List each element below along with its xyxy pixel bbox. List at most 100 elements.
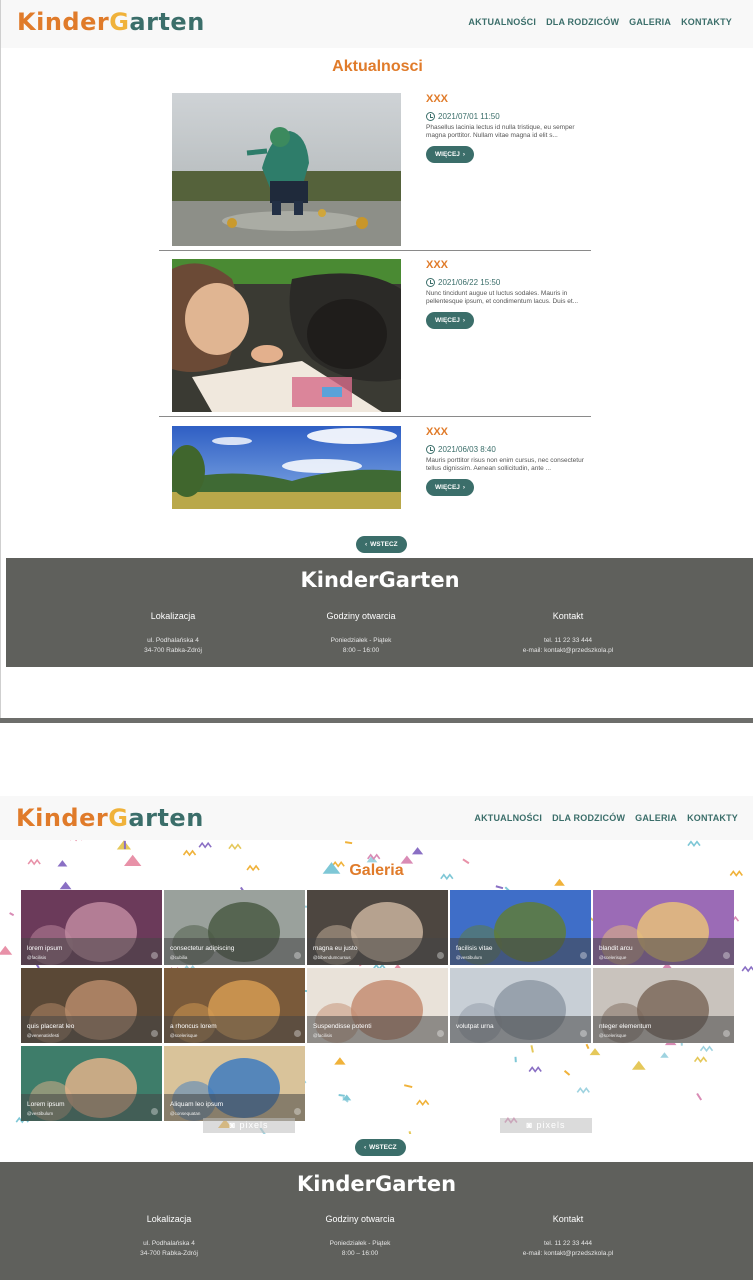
gallery-tile[interactable]: a rhoncus lorem @scelerisque (164, 968, 305, 1043)
logo-text-part1: Kinder (16, 804, 109, 832)
footer-col-title: Lokalizacja (150, 611, 196, 621)
gallery-credit: @bibendumcursus (313, 955, 351, 960)
info-icon[interactable] (151, 1030, 158, 1037)
gallery-tile[interactable]: Suspendisse potenti @facilisis (307, 968, 448, 1043)
info-icon[interactable] (723, 1030, 730, 1037)
logo-text-part2: G (109, 8, 130, 36)
gallery-tile[interactable]: blandit arcu @scelerisque (593, 890, 734, 965)
divider (159, 250, 591, 251)
gallery-tile[interactable]: magna eu justo @bibendumcursus (307, 890, 448, 965)
page-title: Galeria (349, 862, 404, 879)
main-nav: AKTUALNOŚCI DLA RODZICÓW GALERIA KONTAKT… (468, 17, 732, 27)
news-date: 2021/07/01 11:50 (426, 112, 586, 121)
footer-logo: KinderGarten (300, 568, 460, 592)
gallery-caption: Aliquam leo ipsum (170, 1101, 224, 1108)
footer-col-location: Lokalizacja ul. Podhalańska 4 34-700 Rab… (73, 611, 273, 656)
footer-line[interactable]: tel. 11 22 33 444 (468, 1239, 668, 1249)
screen-divider (0, 718, 753, 723)
divider (159, 416, 591, 417)
gallery-tile[interactable]: lorem ipsum @facilisis (21, 890, 162, 965)
gallery-caption: Suspendisse potenti (313, 1023, 372, 1030)
info-icon[interactable] (723, 952, 730, 959)
gallery-caption: nteger elementum (599, 1023, 652, 1030)
news-title[interactable]: XXX (426, 426, 586, 438)
gallery-credit: @facilisis (313, 1033, 333, 1038)
gallery-tile[interactable]: volutpat urna (450, 968, 591, 1043)
more-button[interactable]: WIĘCEJ › (426, 146, 475, 163)
back-button-label: WSTECZ (370, 541, 398, 548)
footer-line: Poniedziałek - Piątek (330, 637, 392, 644)
camera-icon: ◙ (229, 1120, 240, 1130)
news-date: 2021/06/03 8:40 (426, 445, 586, 454)
gallery-tile[interactable]: nteger elementum @scelerisque (593, 968, 734, 1043)
info-icon[interactable] (294, 1108, 301, 1115)
more-button-label: WIĘCEJ (435, 151, 460, 158)
site-logo[interactable]: KinderGarten (16, 804, 204, 832)
gallery-credit: @facilisis (27, 955, 47, 960)
nav-item-dla-rodzicow[interactable]: DLA RODZICÓW (552, 813, 625, 823)
page-title: Aktualnosci (332, 58, 423, 75)
logo-text-part1: Kinder (17, 8, 110, 36)
nav-item-kontakty[interactable]: KONTAKTY (687, 813, 738, 823)
nav-item-galeria[interactable]: GALERIA (629, 17, 671, 27)
news-title[interactable]: XXX (426, 93, 586, 105)
site-footer: KinderGarten Lokalizacja ul. Podhalańska… (0, 1162, 753, 1280)
footer-line: ul. Podhalańska 4 (143, 1240, 195, 1247)
gallery-caption: consectetur adipiscing (170, 945, 235, 952)
gallery-credit: @scelerisque (599, 1033, 627, 1038)
footer-line[interactable]: tel. 11 22 33 444 (468, 636, 668, 646)
info-icon[interactable] (294, 1030, 301, 1037)
gallery-credit: @vestibulum (27, 1111, 54, 1116)
news-body: XXX 2021/06/22 15:50 Nunc tincidunt augu… (426, 259, 586, 329)
gallery-tile[interactable]: Lorem ipsum @vestibulum (21, 1046, 162, 1121)
news-image-child-in-puddle[interactable] (172, 93, 401, 246)
footer-col-title: Kontakt (552, 611, 584, 621)
gallery-caption: lorem ipsum (27, 945, 63, 952)
gallery-tile[interactable]: consectetur adipiscing @cubilia (164, 890, 305, 965)
more-button[interactable]: WIĘCEJ › (426, 479, 475, 496)
nav-item-galeria[interactable]: GALERIA (635, 813, 677, 823)
news-image-meadow-landscape[interactable] (172, 426, 401, 509)
news-date: 2021/06/22 15:50 (426, 278, 586, 287)
news-body: XXX 2021/06/03 8:40 Mauris porttitor ris… (426, 426, 586, 496)
info-icon[interactable] (294, 952, 301, 959)
site-header: KinderGarten AKTUALNOŚCI DLA RODZICÓW GA… (0, 796, 753, 844)
info-icon[interactable] (437, 1030, 444, 1037)
gallery-tile[interactable]: quis placerat leo @venenatisfesti (21, 968, 162, 1043)
back-button[interactable]: ‹ WSTECZ (356, 536, 407, 553)
footer-line[interactable]: e-mail: kontakt@przedszkola.pl (468, 1249, 668, 1259)
nav-item-kontakty[interactable]: KONTAKTY (681, 17, 732, 27)
back-button[interactable]: ‹ WSTECZ (355, 1139, 406, 1156)
footer-col-title: Godziny otwarcia (325, 1214, 395, 1224)
info-icon[interactable] (437, 952, 444, 959)
nav-item-aktualnosci[interactable]: AKTUALNOŚCI (474, 813, 542, 823)
gallery-tile[interactable]: Aliquam leo ipsum @consequatan (164, 1046, 305, 1121)
more-button[interactable]: WIĘCEJ › (426, 312, 475, 329)
pixels-watermark: ◙ pixels (203, 1118, 295, 1133)
nav-item-dla-rodzicow[interactable]: DLA RODZICÓW (546, 17, 619, 27)
site-footer: KinderGarten Lokalizacja ul. Podhalańska… (6, 558, 753, 667)
info-icon[interactable] (580, 952, 587, 959)
footer-col-title: Kontakt (552, 1214, 584, 1224)
footer-line: ul. Podhalańska 4 (147, 637, 199, 644)
chevron-right-icon: › (462, 151, 466, 158)
news-title[interactable]: XXX (426, 259, 586, 271)
gallery-credit: @vestibulum (456, 955, 483, 960)
site-logo[interactable]: KinderGarten (17, 8, 205, 36)
news-date-text: 2021/06/03 8:40 (438, 445, 496, 454)
news-date-text: 2021/06/22 15:50 (438, 278, 501, 287)
footer-line[interactable]: e-mail: kontakt@przedszkola.pl (468, 646, 668, 656)
gallery-tile[interactable]: facilisis vitae @vestibulum (450, 890, 591, 965)
gallery-credit: @cubilia (170, 955, 188, 960)
info-icon[interactable] (580, 1030, 587, 1037)
camera-icon: ◙ (526, 1120, 537, 1130)
gallery-caption: quis placerat leo (27, 1023, 75, 1030)
info-icon[interactable] (151, 1108, 158, 1115)
footer-col-title: Godziny otwarcia (326, 611, 396, 621)
info-icon[interactable] (151, 952, 158, 959)
news-image-children-drawing[interactable] (172, 259, 401, 412)
nav-item-aktualnosci[interactable]: AKTUALNOŚCI (468, 17, 536, 27)
gallery-caption: magna eu justo (313, 945, 358, 952)
footer-line: 34-700 Rabka-Zdrój (140, 1250, 198, 1257)
news-item: XXX 2021/06/22 15:50 Nunc tincidunt augu… (159, 259, 591, 412)
